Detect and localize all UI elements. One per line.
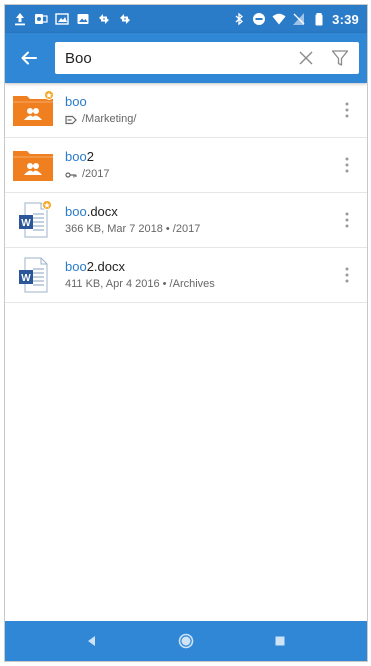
notification-icons <box>13 12 132 26</box>
more-vertical-icon <box>345 157 349 173</box>
no-sim-icon <box>292 12 306 26</box>
more-options-button[interactable] <box>337 95 357 125</box>
bluetooth-icon <box>232 12 246 26</box>
close-icon <box>299 51 313 65</box>
gallery-icon <box>55 12 69 26</box>
system-icons: 3:39 <box>232 12 359 27</box>
filter-icon <box>331 50 349 66</box>
word-doc-icon: W <box>9 253 57 297</box>
title-rest: .docx <box>86 204 118 219</box>
home-circle-icon <box>178 633 194 649</box>
item-text: boo /Marketing/ <box>65 93 337 127</box>
search-input[interactable] <box>65 49 293 67</box>
sync-icon <box>118 12 132 26</box>
more-options-button[interactable] <box>337 260 357 290</box>
item-text: boo2 /2017 <box>65 148 337 182</box>
status-bar: 3:39 <box>5 5 367 33</box>
shared-folder-icon <box>9 88 57 132</box>
outlook-icon <box>34 12 48 26</box>
match-highlight: boo <box>65 204 87 219</box>
word-doc-icon: W <box>9 198 57 242</box>
search-app-bar <box>5 33 367 83</box>
more-vertical-icon <box>345 102 349 118</box>
title-rest: 2 <box>86 149 94 164</box>
item-text: boo2.docx 411 KB, Apr 4 2016 • /Archives <box>65 258 337 292</box>
back-triangle-icon <box>88 636 95 646</box>
match-highlight: boo <box>65 94 87 109</box>
key-icon <box>65 171 77 178</box>
item-subtitle: /2017 <box>65 167 337 182</box>
nav-recents-button[interactable] <box>262 623 298 659</box>
shared-folder-icon <box>9 143 57 187</box>
tag-icon <box>65 115 77 124</box>
item-details: 366 KB, Mar 7 2018 • /2017 <box>65 223 201 235</box>
nav-back-button[interactable] <box>74 623 110 659</box>
do-not-disturb-icon <box>252 12 266 26</box>
item-title: boo.docx <box>65 203 337 220</box>
phone-screen: 3:39 Boo boo /Marketing/ boo2 /2017 W bo… <box>4 4 368 662</box>
more-vertical-icon <box>345 267 349 283</box>
svg-text:W: W <box>21 273 31 284</box>
system-navigation-bar <box>5 621 367 661</box>
match-highlight: boo <box>65 149 87 164</box>
recents-square-icon <box>275 636 285 646</box>
clear-search-button[interactable] <box>293 45 319 71</box>
image-icon <box>76 12 90 26</box>
list-item[interactable]: W boo2.docx 411 KB, Apr 4 2016 • /Archiv… <box>5 248 367 303</box>
search-results-list: boo /Marketing/ boo2 /2017 W boo.docx 36… <box>5 83 367 303</box>
sync-icon <box>97 12 111 26</box>
svg-text:W: W <box>21 218 31 229</box>
list-item[interactable]: boo /Marketing/ <box>5 83 367 138</box>
item-path: /Marketing/ <box>82 113 137 125</box>
match-highlight: boo <box>65 259 87 274</box>
item-title: boo2.docx <box>65 258 337 275</box>
clock: 3:39 <box>332 11 359 27</box>
item-subtitle: 411 KB, Apr 4 2016 • /Archives <box>65 277 337 292</box>
battery-icon <box>312 12 326 26</box>
item-subtitle: /Marketing/ <box>65 112 337 127</box>
nav-home-button[interactable] <box>168 623 204 659</box>
arrow-left-icon <box>21 51 37 65</box>
list-item[interactable]: W boo.docx 366 KB, Mar 7 2018 • /2017 <box>5 193 367 248</box>
more-options-button[interactable] <box>337 150 357 180</box>
item-path: /2017 <box>82 168 110 180</box>
item-title: boo2 <box>65 148 337 165</box>
item-text: boo.docx 366 KB, Mar 7 2018 • /2017 <box>65 203 337 237</box>
item-subtitle: 366 KB, Mar 7 2018 • /2017 <box>65 222 337 237</box>
item-details: 411 KB, Apr 4 2016 • /Archives <box>65 278 215 290</box>
back-button[interactable] <box>13 42 45 74</box>
title-rest: 2.docx <box>86 259 126 274</box>
list-item[interactable]: boo2 /2017 <box>5 138 367 193</box>
filter-button[interactable] <box>327 45 353 71</box>
item-title: boo <box>65 93 337 110</box>
more-vertical-icon <box>345 212 349 228</box>
wifi-icon <box>272 12 286 26</box>
search-box <box>55 42 359 74</box>
upload-icon <box>13 12 27 26</box>
more-options-button[interactable] <box>337 205 357 235</box>
